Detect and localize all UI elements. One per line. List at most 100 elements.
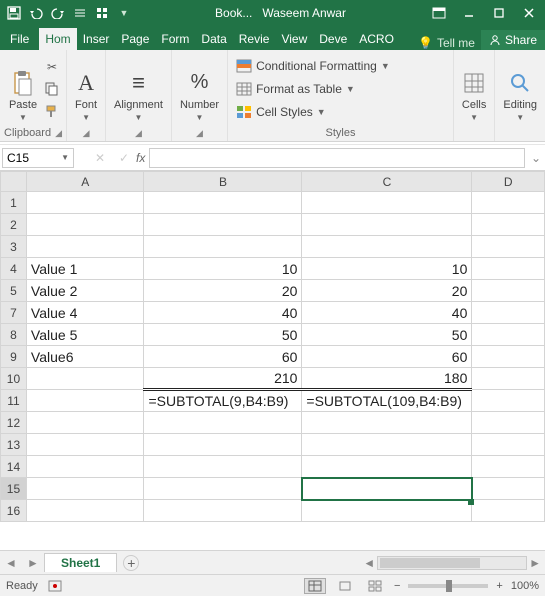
cell[interactable] [472,500,545,522]
cell[interactable]: =SUBTOTAL(109,B4:B9) [302,390,472,412]
format-painter-icon[interactable] [43,101,61,121]
row-header[interactable]: 1 [1,192,27,214]
qat-icon-1[interactable] [70,3,90,23]
cell[interactable] [472,258,545,280]
zoom-slider-thumb[interactable] [446,580,452,592]
dialog-launcher-icon[interactable]: ◢ [135,128,142,139]
dialog-launcher-icon[interactable]: ◢ [55,128,62,139]
zoom-out-icon[interactable]: − [394,580,400,592]
cell[interactable] [472,456,545,478]
cell[interactable] [302,412,472,434]
cell[interactable]: Value 4 [26,302,144,324]
cell[interactable] [472,434,545,456]
hscroll-left-icon[interactable]: ◄ [363,556,375,570]
cell[interactable] [472,280,545,302]
tab-view[interactable]: View [275,28,313,50]
cell[interactable] [302,192,472,214]
cell[interactable] [26,368,144,390]
cell[interactable] [26,214,144,236]
tab-developer[interactable]: Deve [313,28,353,50]
cell[interactable] [26,500,144,522]
number-button[interactable]: % Number ▼ [176,54,223,124]
tell-me[interactable]: 💡 Tell me [412,36,481,50]
cell[interactable] [144,236,302,258]
cell[interactable] [302,434,472,456]
fx-icon[interactable]: fx [136,151,149,165]
cut-icon[interactable]: ✂ [43,57,61,77]
cell[interactable]: =SUBTOTAL(9,B4:B9) [144,390,302,412]
row-header[interactable]: 9 [1,346,27,368]
cell[interactable] [472,214,545,236]
cell[interactable]: 60 [302,346,472,368]
cell[interactable] [472,324,545,346]
expand-formula-bar-icon[interactable]: ⌄ [527,151,545,165]
maximize-icon[interactable] [487,1,511,25]
tab-review[interactable]: Revie [233,28,276,50]
cell[interactable]: 20 [302,280,472,302]
view-page-layout-icon[interactable] [334,578,356,594]
cell[interactable] [144,192,302,214]
dialog-launcher-icon[interactable]: ◢ [83,128,90,139]
zoom-slider[interactable] [408,584,488,588]
row-header[interactable]: 16 [1,500,27,522]
cell[interactable] [472,368,545,390]
cell[interactable] [144,412,302,434]
paste-button[interactable]: Paste ▼ [5,54,41,124]
tab-page-layout[interactable]: Page [115,28,155,50]
tab-acrobat[interactable]: ACRO [353,28,400,50]
redo-icon[interactable] [48,3,68,23]
cell[interactable] [302,500,472,522]
cell[interactable]: 40 [144,302,302,324]
qat-icon-2[interactable] [92,3,112,23]
cell[interactable] [26,478,144,500]
cell[interactable] [472,412,545,434]
cell[interactable] [302,236,472,258]
macro-record-icon[interactable] [48,580,62,592]
zoom-in-icon[interactable]: + [496,580,502,592]
row-header[interactable]: 15 [1,478,27,500]
formula-input[interactable] [149,148,525,168]
cell[interactable] [26,412,144,434]
hscroll-track[interactable] [377,556,527,570]
row-header[interactable]: 12 [1,412,27,434]
sheet-nav-prev-icon[interactable]: ◄ [0,556,22,570]
zoom-level[interactable]: 100% [511,580,539,592]
editing-button[interactable]: Editing ▼ [499,54,541,124]
tab-file[interactable]: File [0,28,39,50]
col-header-d[interactable]: D [472,172,545,192]
cell[interactable]: 50 [144,324,302,346]
cell[interactable]: Value 2 [26,280,144,302]
hscroll-right-icon[interactable]: ► [529,556,541,570]
row-header[interactable]: 10 [1,368,27,390]
cell[interactable]: Value 5 [26,324,144,346]
undo-icon[interactable] [26,3,46,23]
cell[interactable] [302,214,472,236]
cell[interactable] [144,456,302,478]
hscroll-thumb[interactable] [380,558,480,568]
tab-formulas[interactable]: Form [155,28,195,50]
cell[interactable] [472,236,545,258]
row-header[interactable]: 13 [1,434,27,456]
cell[interactable] [472,478,545,500]
cell[interactable]: Value6 [26,346,144,368]
qat-customize-icon[interactable]: ▼ [114,3,134,23]
cell[interactable] [26,456,144,478]
cell[interactable] [144,478,302,500]
close-icon[interactable] [517,1,541,25]
cell[interactable] [472,346,545,368]
dialog-launcher-icon[interactable]: ◢ [196,128,203,139]
cell[interactable] [302,456,472,478]
tab-data[interactable]: Data [195,28,232,50]
alignment-button[interactable]: ≡ Alignment ▼ [110,54,167,124]
active-cell[interactable] [302,478,472,500]
row-header[interactable]: 11 [1,390,27,412]
cell[interactable] [144,434,302,456]
cell[interactable] [26,390,144,412]
ribbon-options-icon[interactable] [427,1,451,25]
cell[interactable]: 210 [144,368,302,390]
cell[interactable]: 40 [302,302,472,324]
cell[interactable] [472,302,545,324]
cell[interactable]: 60 [144,346,302,368]
tab-insert[interactable]: Inser [77,28,116,50]
sheet-tab[interactable]: Sheet1 [44,553,117,572]
